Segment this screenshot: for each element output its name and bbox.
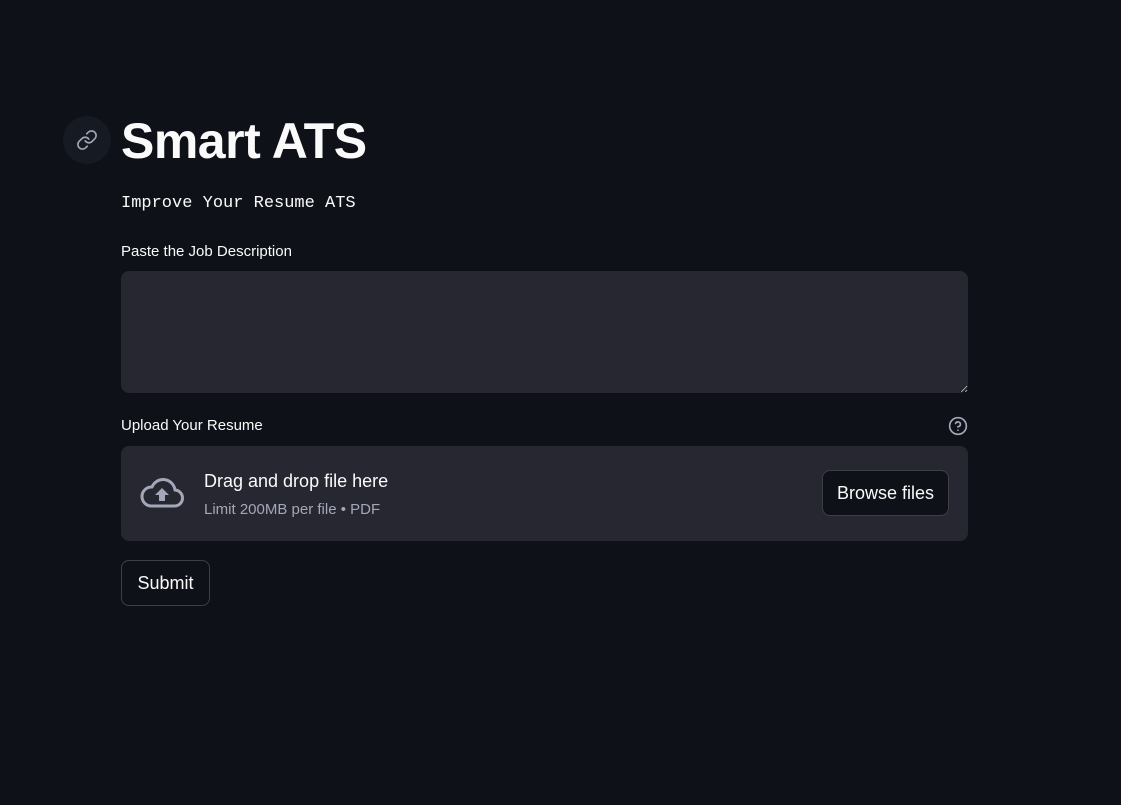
upload-resume-label: Upload Your Resume bbox=[121, 417, 263, 434]
link-icon[interactable] bbox=[63, 116, 111, 164]
file-dropzone[interactable]: Drag and drop file here Limit 200MB per … bbox=[121, 446, 968, 541]
app-main: Smart ATS Improve Your Resume ATS Paste … bbox=[0, 0, 1121, 805]
browse-files-button[interactable]: Browse files bbox=[822, 470, 949, 516]
job-description-field-container bbox=[121, 271, 968, 393]
dropzone-instructions: Drag and drop file here bbox=[204, 471, 389, 491]
question-circle-icon[interactable] bbox=[948, 416, 968, 436]
cloud-upload-icon bbox=[139, 475, 185, 511]
job-description-label: Paste the Job Description bbox=[121, 243, 292, 260]
page-subtitle: Improve Your Resume ATS bbox=[121, 194, 356, 213]
job-description-textarea[interactable] bbox=[121, 271, 968, 393]
page-title: Smart ATS bbox=[121, 113, 367, 169]
dropzone-limit-text: Limit 200MB per file • PDF bbox=[204, 501, 381, 518]
submit-button[interactable]: Submit bbox=[121, 560, 210, 606]
